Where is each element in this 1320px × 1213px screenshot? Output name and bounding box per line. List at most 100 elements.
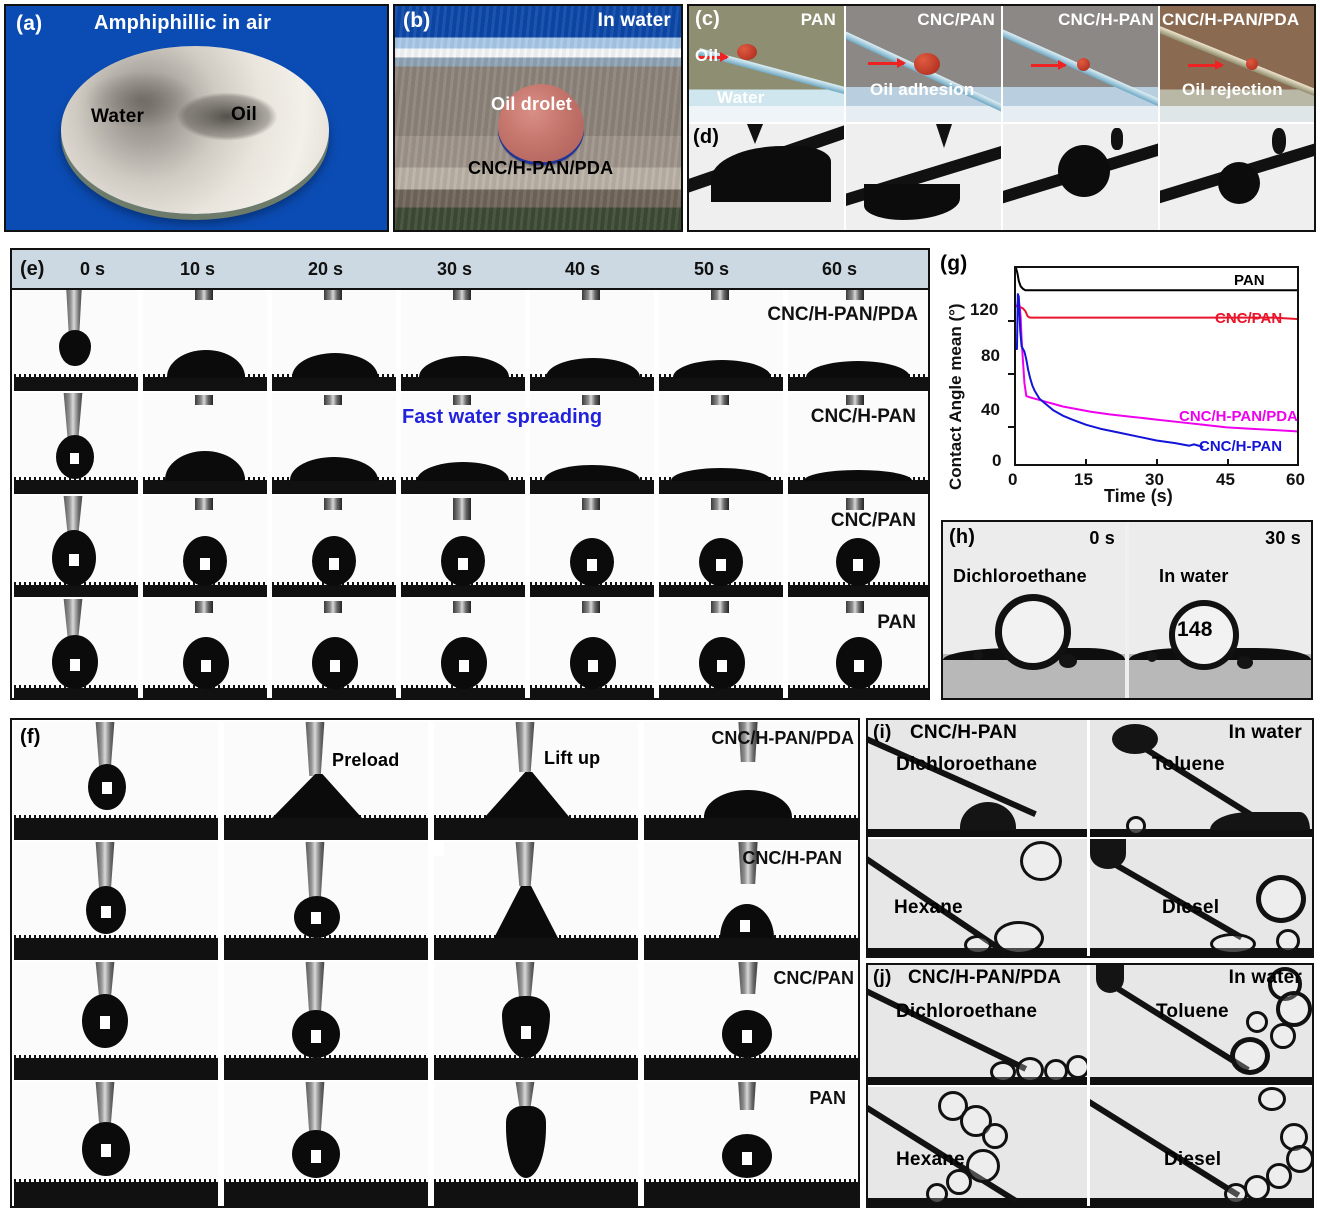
panel-i-cell-dichloroethane: (i) CNC/H-PAN Dichloroethane (868, 720, 1087, 837)
substrate-line (224, 815, 428, 840)
needle-tip (95, 722, 115, 770)
panel-c-cell-2: CNC/PAN Oil adhesion (846, 6, 1001, 122)
water-droplet (183, 536, 227, 586)
needle-tip (63, 599, 83, 639)
panel-i-corner: In water (1228, 722, 1302, 743)
substrate-line (272, 582, 396, 597)
chart-svg (1016, 268, 1297, 448)
chart-ytick-mark (1008, 320, 1015, 322)
panel-e-cell (401, 290, 525, 391)
panel-e-time-2: 20 s (308, 259, 344, 279)
panel-e-row-label-1: CNC/H-PAN (810, 406, 916, 427)
panel-e-row-label-2: CNC/PAN (830, 510, 916, 531)
chart-xtick-mark (1156, 459, 1158, 466)
water-droplet (720, 904, 774, 938)
needle-tip (63, 393, 83, 441)
specular-highlight (201, 660, 211, 672)
specular-highlight (459, 660, 469, 672)
needle-tip (846, 395, 864, 405)
substrate-line (788, 477, 928, 494)
needle-tip (711, 601, 729, 613)
panel-c-title-3: CNC/H-PAN (1058, 10, 1154, 29)
oil-droplet-attached (960, 802, 1016, 830)
panel-a-title: Amphiphillic in air (94, 12, 272, 34)
panel-i-oil-1: Toluene (1152, 754, 1225, 775)
panel-c-title-1: PAN (800, 10, 836, 29)
panel-i-oil-3: Diesel (1162, 897, 1220, 918)
oil-bubble (982, 1123, 1008, 1149)
chart-xtick-mark (1085, 459, 1087, 466)
needle-tip (515, 962, 535, 1000)
substrate-line (788, 374, 928, 391)
substrate-line (659, 477, 783, 494)
specular-highlight (740, 920, 750, 932)
panel-e-time-4: 40 s (565, 259, 601, 279)
panel-d-tag: (d) (693, 126, 720, 148)
panel-f-cell (14, 842, 218, 960)
substrate-line (143, 685, 267, 698)
panel-e-cell (14, 496, 138, 597)
water-droplet (699, 538, 743, 586)
panel-f-tag: (f) (20, 726, 41, 748)
substrate-line (401, 477, 525, 494)
substrate-line (224, 935, 428, 960)
panel-e-cell (530, 599, 654, 698)
panel-a: (a) Amphiphillic in air Water Oil (4, 4, 389, 232)
panel-e-cell (659, 599, 783, 698)
water-droplet (804, 470, 912, 481)
oil-bubble (1044, 1059, 1068, 1083)
panel-c-annot-oil: Oil (695, 46, 719, 65)
needle-tip (305, 962, 325, 1016)
panel-j-oil-3: Diesel (1164, 1149, 1222, 1170)
panel-e-cell (143, 496, 267, 597)
panel-a-tag: (a) (16, 12, 43, 35)
water-droplet-spread (484, 772, 570, 818)
panel-e: (e) 0 s 10 s 20 s 30 s 40 s 50 s 60 s CN… (10, 248, 930, 700)
specular-highlight (434, 842, 444, 856)
chart-ytick-0: 0 (992, 451, 1002, 470)
oil-bubble (1244, 1175, 1270, 1201)
panel-c-annot-adhesion: Oil adhesion (870, 80, 975, 99)
panel-d-cell-4 (1160, 124, 1314, 230)
substrate-line (434, 815, 638, 840)
panel-e-cell (659, 496, 783, 597)
panel-e-cell (143, 393, 267, 494)
panel-e-cell (659, 393, 783, 494)
panel-e-cell (143, 599, 267, 698)
specular-highlight (70, 453, 79, 464)
water-droplet-stretched (502, 996, 550, 1058)
panel-e-cell (272, 496, 396, 597)
water-droplet (52, 530, 96, 586)
panel-h-label-0: Dichloroethane (953, 566, 1087, 586)
oil-bubble (964, 935, 992, 955)
water-droplet (292, 1010, 340, 1058)
panel-h-tag: (h) (949, 526, 976, 548)
panel-e-cell (659, 290, 783, 391)
substrate-line (659, 374, 783, 391)
panel-j-cell-dichloroethane: (j) CNC/H-PAN/PDA Dichloroethane (868, 965, 1087, 1085)
water-droplet (82, 994, 128, 1048)
panel-f-cell: CNC/PAN (644, 962, 858, 1080)
panel-f-row-label-2: CNC/PAN (773, 968, 854, 988)
panel-e-time-5: 50 s (694, 259, 730, 279)
panel-j-oil-2: Hexane (896, 1149, 965, 1170)
substrate-line (401, 582, 525, 597)
panel-e-time-3: 30 s (437, 259, 473, 279)
oil-droplet-attached (1112, 724, 1158, 754)
needle-tip (1272, 128, 1286, 154)
needle-tip (711, 290, 729, 300)
panel-f-step-liftup: Lift up (544, 748, 601, 768)
panel-e-cell (14, 290, 138, 391)
substrate-line (1090, 1077, 1312, 1085)
panel-f-cell: CNC/H-PAN/PDA (644, 722, 858, 840)
panel-j-tag: (j) (873, 967, 892, 988)
needle-tip (515, 1082, 535, 1106)
substrate-line (224, 1055, 428, 1080)
chart-ytick-mark (1008, 426, 1015, 428)
water-droplet (290, 457, 378, 481)
panel-e-cell (401, 496, 525, 597)
specular-highlight (200, 558, 210, 570)
panel-e-row-label-3: PAN (877, 612, 916, 633)
panel-i-cell-toluene: In water Toluene (1090, 720, 1312, 837)
specular-highlight (458, 558, 468, 570)
